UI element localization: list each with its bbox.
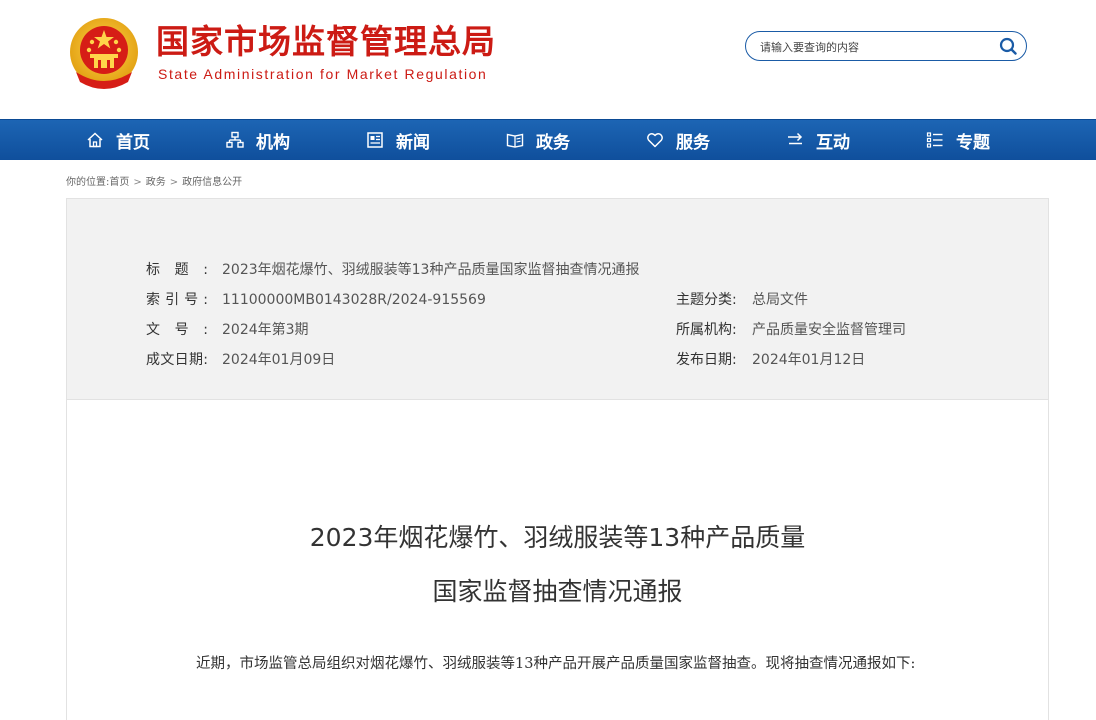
content-panel: 标题: 2023年烟花爆竹、羽绒服装等13种产品质量国家监督抽查情况通报 索引号:… bbox=[66, 198, 1049, 720]
nav-item-service[interactable]: 服务 bbox=[646, 120, 710, 160]
nav-label: 互动 bbox=[816, 132, 850, 153]
meta-org-label: 所属机构: bbox=[676, 322, 737, 338]
meta-index-row: 索引号: 11100000MB0143028R/2024-915569 bbox=[146, 290, 486, 310]
breadcrumb: 你的位置:首页 > 政务 > 政府信息公开 bbox=[66, 173, 242, 188]
nav-label: 政务 bbox=[536, 132, 570, 153]
news-icon bbox=[367, 132, 383, 148]
main-nav: 首页 机构 新闻 政务 服务 互动 专题 bbox=[0, 119, 1096, 160]
article-title-line-2: 国家监督抽查情况通报 bbox=[432, 577, 683, 606]
nav-label: 服务 bbox=[676, 132, 710, 153]
meta-published-value: 2024年01月12日 bbox=[752, 352, 866, 368]
search-input[interactable] bbox=[758, 36, 982, 58]
nav-label: 专题 bbox=[956, 132, 990, 153]
site-logo-title[interactable]: 国家市场监督管理总局 bbox=[156, 22, 496, 62]
nav-item-news[interactable]: 新闻 bbox=[366, 120, 430, 160]
breadcrumb-link-public-info[interactable]: 政府信息公开 bbox=[182, 177, 242, 188]
meta-title-value: 2023年烟花爆竹、羽绒服装等13种产品质量国家监督抽查情况通报 bbox=[222, 262, 640, 278]
nav-item-topics[interactable]: 专题 bbox=[926, 120, 990, 160]
meta-category-value: 总局文件 bbox=[752, 292, 808, 308]
meta-created-row: 成文日期: 2024年01月09日 bbox=[146, 350, 335, 370]
site-logo-subtitle: State Administration for Market Regulati… bbox=[158, 66, 488, 82]
meta-published-row: 发布日期: 2024年01月12日 bbox=[676, 350, 865, 370]
meta-title-row: 标题: 2023年烟花爆竹、羽绒服装等13种产品质量国家监督抽查情况通报 bbox=[146, 260, 639, 280]
nav-item-government-affairs[interactable]: 政务 bbox=[506, 120, 570, 160]
meta-category-row: 主题分类: 总局文件 bbox=[676, 290, 808, 310]
nav-item-home[interactable]: 首页 bbox=[86, 120, 150, 160]
meta-org-value: 产品质量安全监督管理司 bbox=[752, 322, 906, 338]
meta-index-label: 索引号: bbox=[146, 292, 208, 308]
document-metadata: 标题: 2023年烟花爆竹、羽绒服装等13种产品质量国家监督抽查情况通报 索引号:… bbox=[67, 199, 1048, 400]
meta-created-label: 成文日期: bbox=[146, 352, 208, 368]
meta-docno-label: 文号: bbox=[146, 322, 208, 338]
nav-item-interaction[interactable]: 互动 bbox=[786, 120, 850, 160]
site-header: 国家市场监督管理总局 State Administration for Mark… bbox=[0, 0, 1096, 119]
meta-docno-value: 2024年第3期 bbox=[222, 322, 309, 338]
article-paragraph: 近期，市场监管总局组织对烟花爆竹、羽绒服装等13种产品开展产品质量国家监督抽查。… bbox=[196, 656, 916, 672]
org-chart-icon bbox=[226, 131, 244, 148]
nav-label: 机构 bbox=[256, 132, 290, 153]
breadcrumb-link-home[interactable]: 首页 bbox=[109, 177, 129, 188]
list-icon bbox=[926, 132, 943, 148]
meta-title-label: 标题: bbox=[146, 262, 208, 278]
meta-published-label: 发布日期: bbox=[676, 352, 737, 368]
breadcrumb-separator: > bbox=[133, 177, 142, 188]
meta-index-value: 11100000MB0143028R/2024-915569 bbox=[222, 292, 486, 308]
meta-org-row: 所属机构: 产品质量安全监督管理司 bbox=[676, 320, 906, 340]
breadcrumb-prefix: 你的位置: bbox=[66, 177, 110, 188]
breadcrumb-separator: > bbox=[169, 177, 179, 188]
meta-category-label: 主题分类: bbox=[676, 292, 737, 308]
meta-docno-row: 文号: 2024年第3期 bbox=[146, 320, 309, 340]
home-icon bbox=[87, 132, 103, 148]
nav-label: 新闻 bbox=[396, 132, 430, 153]
heart-icon bbox=[647, 133, 663, 148]
meta-created-value: 2024年01月09日 bbox=[222, 352, 336, 368]
search-box bbox=[745, 31, 1027, 61]
book-icon bbox=[506, 133, 524, 148]
exchange-arrows-icon bbox=[788, 132, 803, 145]
article-title-line-1: 2023年烟花爆竹、羽绒服装等13种产品质量 bbox=[309, 523, 806, 552]
breadcrumb-link-affairs[interactable]: 政务 bbox=[146, 177, 166, 188]
search-icon[interactable] bbox=[998, 36, 1018, 56]
article-title: 2023年烟花爆竹、羽绒服装等13种产品质量 国家监督抽查情况通报 bbox=[67, 511, 1048, 619]
nav-label: 首页 bbox=[116, 132, 150, 153]
national-emblem-icon[interactable] bbox=[68, 16, 140, 92]
nav-item-organization[interactable]: 机构 bbox=[226, 120, 290, 160]
